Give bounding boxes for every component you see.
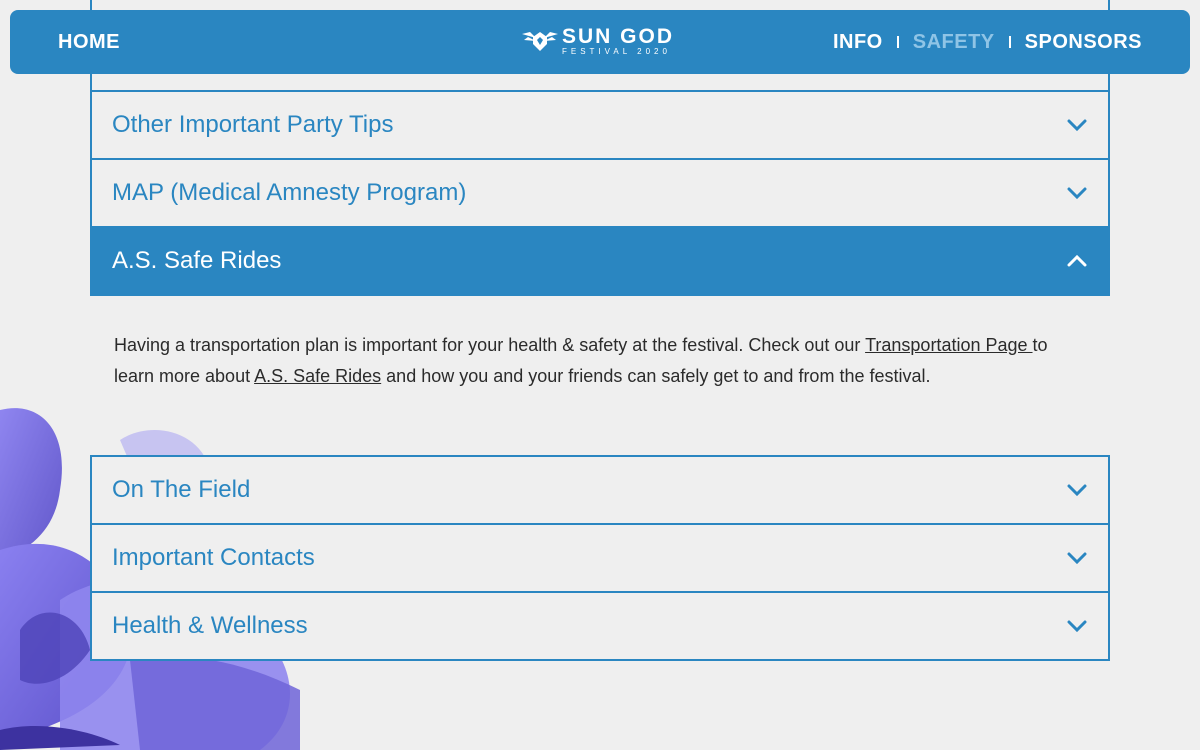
accordion-bottom: On The Field Important Contacts Health &… — [90, 455, 1110, 661]
top-nav-bar: HOME SUN GOD FESTIVAL 2020 INFO SAFETY S… — [10, 10, 1190, 74]
transportation-page-link[interactable]: Transportation Page — [865, 335, 1032, 355]
nav-home-link[interactable]: HOME — [58, 31, 120, 54]
accordion-item-label: Other Important Party Tips — [112, 111, 394, 138]
site-logo[interactable]: SUN GOD FESTIVAL 2020 — [520, 26, 674, 56]
accordion-item-label: Health & Wellness — [112, 612, 308, 639]
chevron-down-icon[interactable] — [1066, 479, 1088, 501]
safe-rides-link[interactable]: A.S. Safe Rides — [254, 366, 381, 386]
chevron-up-icon[interactable] — [1066, 250, 1088, 272]
chevron-down-icon[interactable] — [1066, 615, 1088, 637]
accordion-item-on-the-field[interactable]: On The Field — [90, 455, 1110, 525]
accordion-item-safe-rides[interactable]: A.S. Safe Rides — [90, 226, 1110, 296]
panel-text: Having a transportation plan is importan… — [114, 335, 866, 355]
chevron-down-icon[interactable] — [1066, 547, 1088, 569]
panel-text: and how you and your friends can safely … — [381, 366, 931, 386]
accordion-item-important-contacts[interactable]: Important Contacts — [90, 523, 1110, 593]
logo-subtitle: FESTIVAL 2020 — [562, 47, 671, 56]
accordion-item-map[interactable]: MAP (Medical Amnesty Program) — [90, 158, 1110, 228]
nav-sponsors-link[interactable]: SPONSORS — [1025, 31, 1142, 54]
nav-info-link[interactable]: INFO — [833, 31, 883, 54]
logo-title: SUN GOD — [562, 25, 675, 48]
accordion-item-health-wellness[interactable]: Health & Wellness — [90, 591, 1110, 661]
accordion-panel-safe-rides: Having a transportation plan is importan… — [114, 330, 1059, 392]
nav-links: INFO SAFETY SPONSORS — [833, 31, 1142, 54]
nav-divider — [1008, 36, 1011, 48]
accordion-item-party-tips[interactable]: Other Important Party Tips — [90, 90, 1110, 160]
nav-divider — [896, 36, 899, 48]
accordion-item-label: On The Field — [112, 476, 251, 503]
accordion-item-label: Important Contacts — [112, 544, 315, 571]
accordion-item-label: MAP (Medical Amnesty Program) — [112, 179, 467, 206]
chevron-down-icon[interactable] — [1066, 114, 1088, 136]
accordion-item-label: A.S. Safe Rides — [112, 247, 282, 274]
chevron-down-icon[interactable] — [1066, 182, 1088, 204]
nav-safety-link[interactable]: SAFETY — [913, 31, 995, 54]
sun-god-logo-icon — [522, 32, 558, 51]
